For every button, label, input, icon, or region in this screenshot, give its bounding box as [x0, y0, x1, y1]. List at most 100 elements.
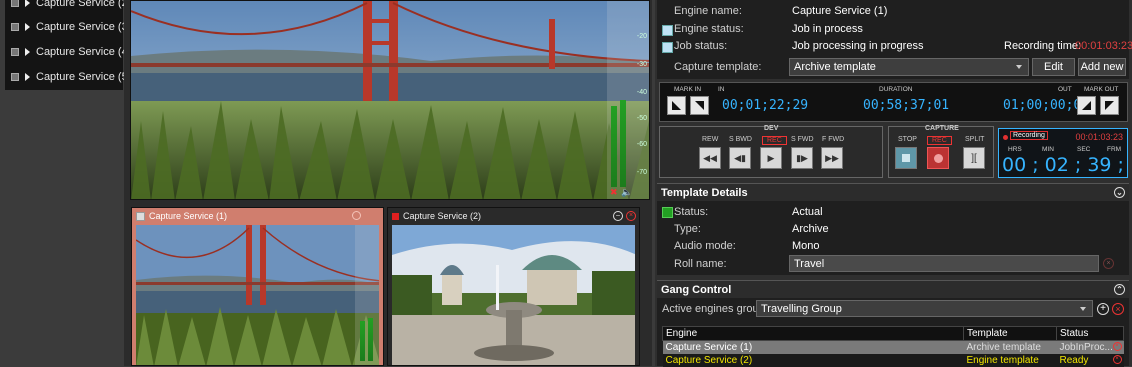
preview-pane-capture-service-1[interactable]: Capture Service (1)	[131, 207, 384, 366]
in-timecode[interactable]: 00;01;22;29	[722, 98, 808, 113]
roll-name-input[interactable]: Travel	[789, 255, 1099, 272]
engine-icon	[11, 48, 19, 56]
stop-button[interactable]	[895, 147, 917, 169]
step-backward-button[interactable]: ◀▮	[729, 147, 751, 169]
pane-title: Capture Service (1)	[149, 211, 228, 221]
job-status-checkbox[interactable]	[662, 42, 673, 53]
play-icon: ▶	[767, 152, 775, 163]
sfwd-label: S FWD	[791, 136, 814, 143]
capture-control-group: CAPTURE STOP REC SPLIT ][	[888, 125, 994, 178]
fast-forward-button[interactable]: ▶▶	[821, 147, 843, 169]
mark-out-set-icon	[1082, 101, 1091, 110]
meter-scale-label: -70	[636, 169, 647, 176]
template-details-title: Template Details	[661, 186, 748, 199]
mark-in-set-button[interactable]	[690, 96, 709, 115]
record-button[interactable]	[927, 147, 949, 169]
speaker-icon[interactable]: 🔈	[621, 187, 632, 198]
tree-item-capture-service-4[interactable]: Capture Service (4)	[11, 45, 131, 59]
engine-info-panel: Engine name: Capture Service (1) Engine …	[657, 0, 1132, 79]
frm-label: FRM	[1107, 146, 1122, 153]
pane-video	[392, 225, 635, 365]
split-button[interactable]: ][	[963, 147, 985, 169]
engine-icon	[11, 23, 19, 31]
minimize-icon[interactable]: −	[613, 211, 623, 221]
hrs-label: HRS	[1008, 146, 1022, 153]
rewind-button[interactable]: ◀◀	[699, 147, 721, 169]
chevron-down-icon	[1080, 306, 1086, 311]
add-new-template-button[interactable]: Add new	[1078, 58, 1126, 76]
collapse-chevron-icon[interactable]: ⌃	[1114, 284, 1125, 295]
pane-select-checkbox[interactable]	[136, 211, 145, 221]
stop-label: STOP	[898, 136, 917, 143]
audio-mode-value: Mono	[792, 240, 820, 252]
tree-item-capture-service-5[interactable]: Capture Service (5)	[11, 70, 131, 84]
stop-icon	[902, 154, 910, 162]
step-forward-button[interactable]: ▮▶	[791, 147, 813, 169]
mark-out-button[interactable]	[1100, 96, 1119, 115]
main-video-preview[interactable]: -20 -30 -40 -50 -60 -70 ✖ 🔈	[130, 0, 650, 200]
active-group-select[interactable]: Travelling Group	[756, 300, 1093, 317]
tree-item-label: Capture Service (5)	[36, 71, 132, 83]
tree-item-label: Capture Service (3)	[36, 21, 132, 33]
engine-status-checkbox[interactable]	[662, 25, 673, 36]
play-button[interactable]: ▶	[760, 147, 782, 169]
mark-out-set-button[interactable]	[1077, 96, 1096, 115]
record-icon	[933, 153, 943, 163]
preview-pane-capture-service-2[interactable]: Capture Service (2) − ×	[387, 207, 640, 366]
mark-in-label: MARK IN	[674, 86, 702, 93]
pane-header: Capture Service (1)	[132, 208, 383, 224]
audio-level-bar-left	[611, 106, 617, 187]
column-header-engine[interactable]: Engine	[662, 326, 964, 341]
tree-item-capture-service-3[interactable]: Capture Service (3)	[11, 20, 131, 34]
job-status-value: Job processing in progress	[792, 40, 924, 52]
capture-template-select[interactable]: Archive template	[789, 58, 1029, 76]
column-header-template[interactable]: Template	[963, 326, 1057, 341]
play-label: REC	[762, 136, 787, 145]
clear-roll-name-icon[interactable]: ×	[1103, 258, 1114, 269]
tree-item-label: Capture Service (2)	[36, 0, 132, 9]
deck-control-group: DEV REW S BWD REC S FWD F FWD ◀◀ ◀▮ ▶ ▮▶…	[659, 125, 883, 178]
collapse-chevron-icon[interactable]: ⌄	[1114, 187, 1125, 198]
remove-group-icon[interactable]: ×	[1112, 303, 1124, 315]
recording-time-value: 00:01:03:23	[1075, 40, 1132, 52]
remove-row-icon[interactable]: ×	[1112, 355, 1122, 364]
pane-select-checkbox[interactable]	[392, 212, 399, 220]
engine-tree: Capture Service (2) Capture Service (3) …	[5, 0, 131, 90]
ffwd-label: F FWD	[822, 136, 845, 143]
table-row[interactable]: Capture Service (1) Archive template Job…	[662, 340, 1124, 355]
job-status-label: Job status:	[674, 40, 728, 52]
gang-control-header[interactable]: Gang Control ⌃	[657, 280, 1129, 298]
engine-status-value: Job in process	[792, 23, 863, 35]
status-cell: JobInProc... ×	[1057, 341, 1124, 355]
recording-badge: Recording	[1010, 131, 1048, 140]
capture-template-value: Archive template	[794, 61, 876, 73]
template-type-value: Archive	[792, 223, 829, 235]
add-group-icon[interactable]: +	[1097, 303, 1109, 315]
mark-in-button[interactable]	[667, 96, 686, 115]
close-icon[interactable]: ×	[626, 211, 636, 221]
expand-arrow-icon[interactable]	[25, 48, 30, 56]
edit-template-button[interactable]: Edit	[1032, 58, 1075, 76]
mute-icon[interactable]: ✖	[610, 187, 618, 198]
table-row[interactable]: Capture Service (2) Engine template Read…	[662, 354, 1124, 367]
template-status-value: Actual	[792, 206, 823, 218]
remove-row-icon[interactable]: ×	[1112, 342, 1122, 351]
gang-engines-table: Engine Template Status Capture Service (…	[662, 326, 1124, 367]
template-details-header[interactable]: Template Details ⌄	[657, 183, 1129, 201]
expand-arrow-icon[interactable]	[25, 23, 30, 31]
tree-item-capture-service-2[interactable]: Capture Service (2)	[11, 0, 131, 10]
engine-cell: Capture Service (2)	[665, 355, 753, 366]
meter-scale-label: -50	[636, 115, 647, 122]
tree-item-label: Capture Service (4)	[36, 46, 132, 58]
min-label: MIN	[1042, 146, 1054, 153]
meter-scale-label: -20	[636, 33, 647, 40]
column-header-status[interactable]: Status	[1056, 326, 1124, 341]
step-forward-icon: ▮▶	[796, 152, 808, 163]
duration-label: DURATION	[879, 86, 913, 93]
engine-name-label: Engine name:	[674, 5, 742, 17]
minimize-icon[interactable]	[352, 211, 361, 220]
chevron-down-icon	[1016, 65, 1022, 69]
expand-arrow-icon[interactable]	[25, 0, 30, 7]
expand-arrow-icon[interactable]	[25, 73, 30, 81]
engine-status-label: Engine status:	[674, 23, 744, 35]
